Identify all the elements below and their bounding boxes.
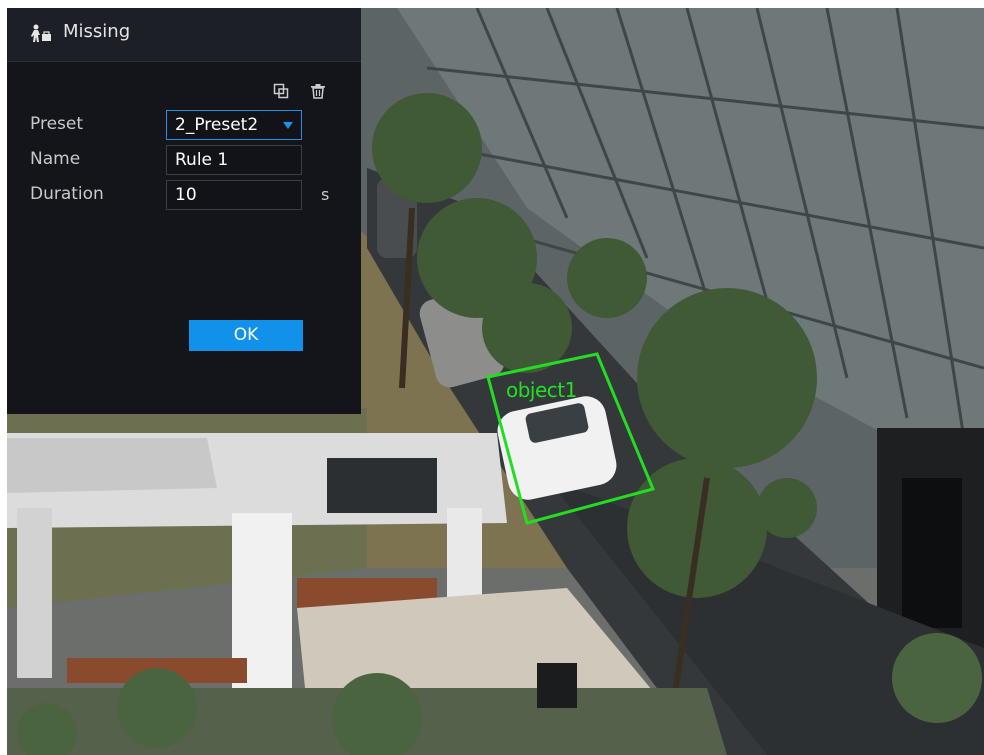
name-label: Name bbox=[30, 149, 81, 169]
panel-header: Missing bbox=[7, 8, 361, 62]
person-with-object-icon bbox=[31, 24, 51, 42]
ok-button[interactable]: OK bbox=[189, 320, 303, 351]
duration-unit: s bbox=[321, 185, 330, 204]
preset-select[interactable]: 2_Preset2 bbox=[166, 110, 302, 140]
duration-input[interactable]: 10 bbox=[166, 180, 302, 210]
preset-select-value: 2_Preset2 bbox=[175, 115, 259, 135]
duration-label: Duration bbox=[30, 184, 104, 204]
rule-name-input[interactable]: Rule 1 bbox=[166, 145, 302, 175]
detected-object-label: object1 bbox=[506, 378, 577, 402]
trash-icon[interactable] bbox=[310, 83, 326, 99]
preset-label: Preset bbox=[30, 114, 84, 134]
chevron-down-icon bbox=[283, 122, 293, 129]
missing-rule-panel: Missing Preset 2_Preset2 Name Rule 1 Dur… bbox=[7, 8, 361, 414]
panel-title: Missing bbox=[63, 21, 131, 42]
draw-area-icon[interactable] bbox=[273, 83, 289, 99]
